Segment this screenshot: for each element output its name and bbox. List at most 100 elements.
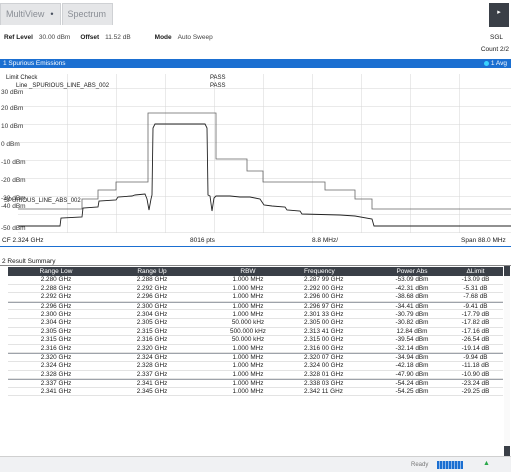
trace-avg-label: 1 Avg	[490, 60, 507, 67]
sweep-count: Count 2/2	[480, 46, 509, 53]
y-tick-label: -20 dBm	[1, 177, 26, 184]
tab-spectrum[interactable]: Spectrum	[61, 3, 114, 25]
table-cell: -23.24 dB	[461, 379, 490, 387]
table-cell: 2.328 GHz	[40, 370, 72, 378]
ref-level-key: Ref Level	[4, 34, 33, 41]
table-cell: 2.342 11 GHz	[304, 388, 343, 396]
table-row[interactable]: 2.304 GHz 2.305 GHz 50.000 kHz 2.305 00 GHz…	[8, 319, 503, 328]
table-row[interactable]: 2.324 GHz 2.328 GHz 1.000 MHz 2.324 00 GHz -…	[8, 362, 503, 371]
table-cell: 2.300 GHz	[136, 302, 168, 310]
limit-line-label: Line _SPURIOUS_LINE_ABS_002	[16, 83, 110, 89]
table-scrollbar[interactable]	[504, 266, 510, 456]
table-cell: -54.25 dBm	[395, 388, 429, 396]
table-row[interactable]: 2.320 GHz 2.324 GHz 1.000 MHz 2.320 07 GHz -…	[8, 353, 503, 362]
table-cell: -11.18 dB	[461, 362, 490, 370]
table-cell: -10.90 dB	[461, 370, 490, 378]
table-cell: 2.341 GHz	[40, 388, 72, 396]
top-bar: MultiView • Spectrum ▸ Ref Level 30.00 d…	[0, 0, 511, 56]
window2-titlebar[interactable]: 2 Result Summary	[0, 257, 511, 266]
table-cell: -30.79 dBm	[395, 310, 429, 318]
result-summary-table: Range Low Range Up RBW Frequency Power A…	[8, 267, 503, 397]
table-cell: -26.54 dB	[461, 336, 490, 344]
table-cell: -9.41 dB	[463, 302, 488, 310]
offset-value[interactable]: 11.52 dB	[105, 34, 131, 41]
spectrum-plot[interactable]: 30 dBm 20 dBm 10 dBm 0 dBm -10 dBm -20 d…	[0, 68, 511, 233]
table-cell: -9.94 dB	[463, 354, 488, 362]
window1-titlebar[interactable]: 1 Spurious Emissions 1 Avg	[0, 59, 511, 68]
table-cell: -17.82 dB	[461, 319, 490, 327]
scroll-down-arrow-icon[interactable]	[504, 446, 510, 456]
table-cell: 2.341 GHz	[136, 379, 168, 387]
table-cell: -17.16 dB	[461, 327, 490, 335]
table-cell: 1.000 MHz	[232, 293, 264, 301]
column-header-power-abs[interactable]: Power Abs	[376, 268, 448, 275]
table-cell: 12.84 dBm	[396, 327, 428, 335]
table-row[interactable]: 2.341 GHz 2.345 GHz 1.000 MHz 2.342 11 GHz -…	[8, 388, 503, 397]
table-cell: -17.79 dB	[461, 310, 490, 318]
table-cell: 2.296 97 GHz	[304, 302, 344, 310]
table-cell: 2.305 GHz	[40, 327, 72, 335]
divider	[0, 246, 511, 247]
tab-bar: MultiView • Spectrum	[0, 3, 114, 25]
table-cell: 2.305 GHz	[136, 319, 168, 327]
y-tick-label: 20 dBm	[1, 105, 23, 112]
table-row[interactable]: 2.315 GHz 2.316 GHz 50.000 kHz 2.315 00 GHz…	[8, 336, 503, 345]
column-header-range-low[interactable]: Range Low	[8, 268, 104, 275]
table-cell: 1.000 MHz	[232, 388, 264, 396]
tab-active-marker-icon: •	[50, 9, 54, 19]
table-cell: 2.292 00 GHz	[304, 284, 344, 292]
table-cell: 2.315 GHz	[136, 327, 168, 335]
table-cell: 2.313 41 GHz	[304, 327, 344, 335]
table-cell: -29.25 dB	[461, 388, 490, 396]
table-cell: 2.280 GHz	[40, 276, 72, 284]
spectrum-trace	[18, 123, 511, 227]
expand-button[interactable]: ▸	[489, 3, 509, 27]
ref-level-value[interactable]: 30.00 dBm	[39, 34, 70, 41]
table-row[interactable]: 2.316 GHz 2.320 GHz 1.000 MHz 2.316 00 GHz -…	[8, 345, 503, 354]
table-cell: -53.09 dBm	[395, 276, 429, 284]
table-cell: -34.94 dBm	[395, 354, 429, 362]
table-row[interactable]: 2.305 GHz 2.315 GHz 500.000 kHz 2.313 41 GH…	[8, 328, 503, 337]
y-tick-label: 0 dBm	[1, 141, 20, 148]
table-row[interactable]: 2.300 GHz 2.304 GHz 1.000 MHz 2.301 33 GHz -…	[8, 310, 503, 319]
table-cell: -13.09 dB	[461, 276, 490, 284]
table-row[interactable]: 2.280 GHz 2.288 GHz 1.000 MHz 2.287 99 GHz -…	[8, 276, 503, 285]
table-cell: -19.14 dB	[461, 345, 490, 353]
column-header-frequency[interactable]: Frequency	[296, 268, 376, 275]
table-cell: 2.304 GHz	[136, 310, 168, 318]
table-cell: 2.305 00 GHz	[304, 319, 344, 327]
mode-value[interactable]: Auto Sweep	[178, 34, 213, 41]
table-row[interactable]: 2.296 GHz 2.300 GHz 1.000 MHz 2.296 97 GHz -…	[8, 301, 503, 311]
table-cell: 2.320 07 GHz	[304, 354, 344, 362]
table-cell: 1.000 MHz	[232, 310, 264, 318]
scroll-up-arrow-icon[interactable]	[504, 266, 510, 276]
trace-avg-indicator: 1 Avg	[483, 59, 507, 68]
tab-multiview-label: MultiView	[6, 9, 45, 19]
measurement-settings: Ref Level 30.00 dBm Offset 11.52 dB Mode…	[4, 34, 213, 41]
table-cell: 2.292 GHz	[40, 293, 72, 301]
table-row[interactable]: 2.337 GHz 2.341 GHz 1.000 MHz 2.338 03 GHz -…	[8, 379, 503, 388]
spectrum-chart[interactable]: 30 dBm 20 dBm 10 dBm 0 dBm -10 dBm -20 d…	[0, 68, 511, 233]
table-cell: 2.296 00 GHz	[304, 293, 344, 301]
column-header-range-up[interactable]: Range Up	[104, 268, 200, 275]
table-row[interactable]: 2.292 GHz 2.296 GHz 1.000 MHz 2.296 00 GHz -…	[8, 293, 503, 302]
table-cell: 1.000 MHz	[232, 302, 264, 310]
table-cell: 2.337 GHz	[136, 370, 168, 378]
column-header-delta-limit[interactable]: ΔLimit	[448, 268, 503, 275]
table-cell: -47.90 dBm	[395, 370, 429, 378]
table-cell: 2.304 GHz	[40, 319, 72, 327]
table-cell: 1.000 MHz	[232, 379, 264, 387]
table-cell: -34.41 dBm	[395, 302, 429, 310]
table-cell: 2.316 GHz	[136, 336, 168, 344]
sweep-mode-indicator: SGL	[489, 34, 503, 41]
table-cell: 1.000 MHz	[232, 284, 264, 292]
table-row[interactable]: 2.328 GHz 2.337 GHz 1.000 MHz 2.328 01 GHz -…	[8, 371, 503, 380]
arrow-icon: ▸	[497, 9, 501, 16]
window2-title: 2 Result Summary	[2, 258, 56, 265]
table-cell: 2.300 GHz	[40, 310, 72, 318]
table-cell: 2.316 00 GHz	[304, 345, 344, 353]
column-header-rbw[interactable]: RBW	[200, 268, 296, 275]
tab-multiview[interactable]: MultiView •	[0, 3, 61, 25]
table-row[interactable]: 2.288 GHz 2.292 GHz 1.000 MHz 2.292 00 GHz -…	[8, 285, 503, 294]
y-tick-label: 30 dBm	[1, 89, 23, 96]
